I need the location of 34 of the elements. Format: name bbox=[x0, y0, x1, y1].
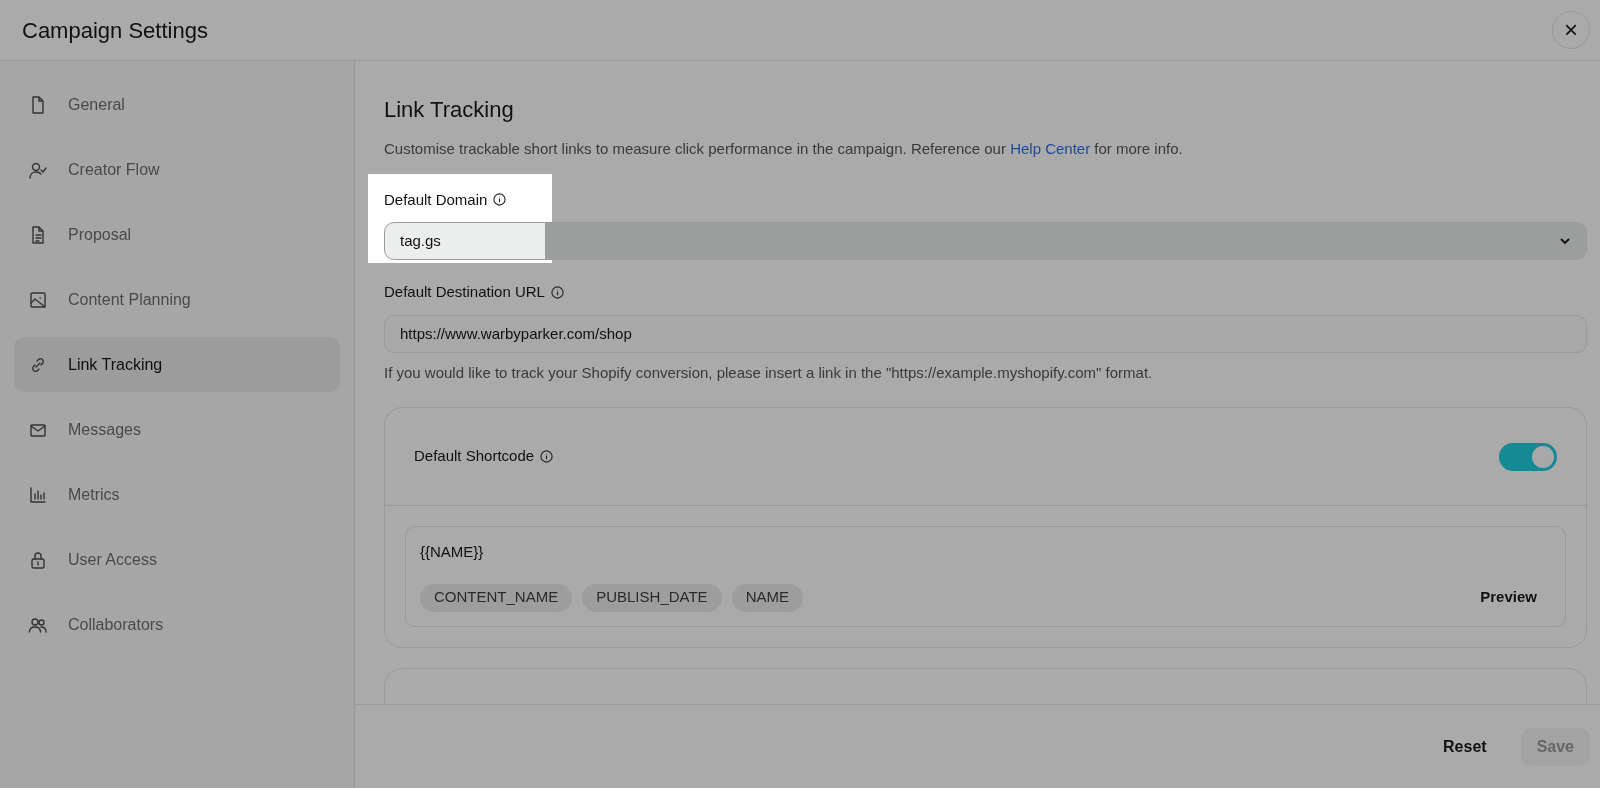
help-center-link[interactable]: Help Center bbox=[1010, 140, 1091, 157]
sidebar-item[interactable]: Content Planning bbox=[14, 272, 340, 327]
sidebar-item[interactable]: Messages bbox=[14, 402, 340, 457]
url-input[interactable]: https://www.warbyparker.com/shop bbox=[384, 314, 1587, 353]
chart-icon bbox=[28, 484, 48, 505]
domain-select[interactable]: tag.gs bbox=[384, 222, 1587, 260]
sidebar-item[interactable]: Metrics bbox=[14, 467, 340, 522]
sidebar-item[interactable]: Collaborators bbox=[14, 597, 340, 652]
setting-label: Default Shortcode bbox=[414, 446, 535, 467]
field-label: Default Domain bbox=[384, 189, 488, 210]
sidebar-item[interactable]: Creator Flow bbox=[14, 142, 340, 197]
info-icon bbox=[550, 285, 564, 299]
window-title: Campaign Settings bbox=[22, 16, 208, 45]
field-label: Default Destination URL bbox=[384, 282, 545, 302]
variable-chip[interactable]: CONTENT_NAME bbox=[420, 583, 573, 612]
sidebar-item[interactable]: General bbox=[14, 77, 340, 132]
sidebar-item[interactable]: User Access bbox=[14, 532, 340, 587]
info-icon bbox=[540, 450, 554, 463]
sidebar-item[interactable]: Proposal bbox=[14, 207, 340, 262]
reset-button[interactable]: Reset bbox=[1443, 734, 1487, 759]
description-text: Customise trackable short links to measure click performance in the campaign. Reference our Help Center for more info. bbox=[384, 139, 1184, 159]
lock-icon bbox=[28, 549, 48, 570]
variable-chip[interactable]: NAME bbox=[731, 583, 803, 612]
shortcode-editor[interactable]: {{NAME}} CONTENT_NAME PUBLISH_DATE NAME Preview bbox=[405, 526, 1566, 627]
toggle-switch[interactable] bbox=[1499, 442, 1557, 471]
section-title: Link Tracking bbox=[384, 96, 515, 124]
shortcode-text: {{NAME}} bbox=[420, 542, 485, 562]
preview-button[interactable]: Preview bbox=[1480, 586, 1537, 609]
hint-text: If you would like to track your Shopify conversion, please insert a link in the "https://example.myshopify.com" format. bbox=[384, 362, 1154, 383]
image-icon bbox=[28, 289, 48, 310]
info-icon bbox=[493, 193, 507, 207]
sidebar-item[interactable]: Link Tracking bbox=[14, 337, 340, 392]
variable-chip[interactable]: PUBLISH_DATE bbox=[582, 583, 722, 612]
chevron-down-icon bbox=[1559, 237, 1571, 245]
